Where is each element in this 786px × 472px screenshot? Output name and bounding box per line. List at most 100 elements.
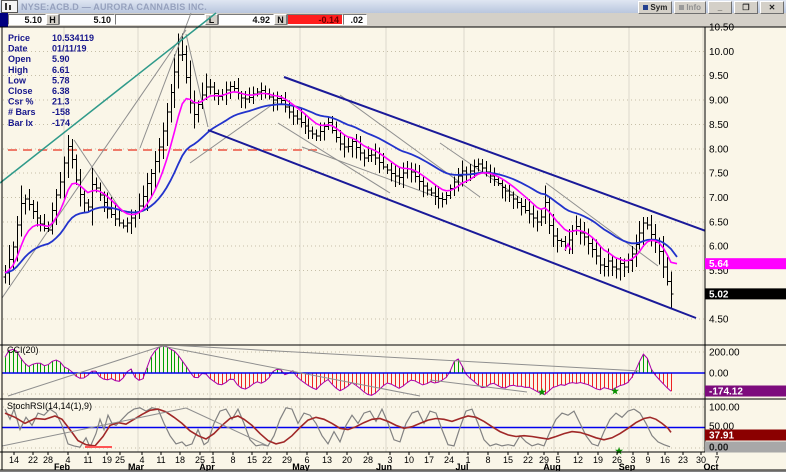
svg-text:3: 3 bbox=[387, 455, 392, 465]
high-label: H bbox=[46, 14, 59, 25]
svg-text:9.00: 9.00 bbox=[709, 96, 729, 107]
svg-text:13: 13 bbox=[322, 455, 332, 465]
svg-text:14: 14 bbox=[9, 455, 19, 465]
svg-text:8.50: 8.50 bbox=[709, 120, 729, 131]
svg-text:10: 10 bbox=[404, 455, 414, 465]
svg-text:0.00: 0.00 bbox=[709, 443, 729, 454]
svg-text:-174.12: -174.12 bbox=[709, 387, 743, 398]
ma-fast-line bbox=[4, 91, 678, 274]
svg-text:16: 16 bbox=[660, 455, 670, 465]
svg-text:17: 17 bbox=[424, 455, 434, 465]
svg-text:19: 19 bbox=[593, 455, 603, 465]
svg-text:5.50: 5.50 bbox=[709, 266, 729, 277]
svg-text:200.00: 200.00 bbox=[709, 348, 740, 359]
svg-text:Open: Open bbox=[8, 54, 31, 64]
svg-text:11: 11 bbox=[83, 455, 92, 465]
info-icon bbox=[679, 5, 685, 10]
svg-text:StochRSI(14,14(1),9): StochRSI(14,14(1),9) bbox=[7, 401, 92, 411]
svg-text:9: 9 bbox=[645, 455, 650, 465]
last-price-field: 5.10 bbox=[8, 14, 46, 25]
svg-text:29: 29 bbox=[282, 455, 292, 465]
ma-slow-line bbox=[4, 103, 678, 274]
svg-text:# Bars: # Bars bbox=[8, 107, 36, 117]
svg-text:25: 25 bbox=[115, 455, 125, 465]
svg-text:7.50: 7.50 bbox=[709, 169, 729, 180]
svg-text:★: ★ bbox=[611, 386, 620, 396]
quote-color-chip bbox=[0, 13, 8, 27]
svg-text:50.00: 50.00 bbox=[709, 422, 734, 433]
svg-text:Close: Close bbox=[8, 86, 33, 96]
svg-text:Date: Date bbox=[8, 44, 28, 54]
close-button[interactable]: ✕ bbox=[760, 1, 784, 14]
svg-text:21.3: 21.3 bbox=[52, 97, 70, 107]
net-change-field: -0.14 bbox=[287, 14, 343, 25]
svg-text:10.00: 10.00 bbox=[709, 47, 734, 58]
svg-text:6.00: 6.00 bbox=[709, 242, 729, 253]
sym-button[interactable]: Sym bbox=[638, 1, 673, 14]
svg-text:Aug: Aug bbox=[543, 462, 561, 471]
info-panel: Price 10.534119 Date 01/11/19 Open 5.90 High 6.… bbox=[8, 33, 94, 128]
svg-text:5: 5 bbox=[555, 455, 560, 465]
low-price-field: 4.92 bbox=[218, 14, 274, 25]
svg-text:23: 23 bbox=[678, 455, 688, 465]
svg-text:7: 7 bbox=[714, 455, 719, 465]
svg-text:10.534119: 10.534119 bbox=[52, 33, 94, 43]
stoch-signal-line bbox=[4, 408, 672, 447]
low-label: L bbox=[205, 14, 218, 25]
maximize-button[interactable]: ❐ bbox=[734, 1, 758, 14]
svg-text:5.64: 5.64 bbox=[709, 259, 729, 270]
stochrsi-panel bbox=[2, 407, 705, 449]
cci-panel bbox=[2, 346, 705, 397]
svg-text:Jun: Jun bbox=[376, 462, 392, 471]
chart-window: NYSE:ACB.D — AURORA CANNABIS INC. Sym In… bbox=[0, 0, 786, 472]
svg-text:High: High bbox=[8, 65, 28, 75]
svg-text:4: 4 bbox=[139, 455, 144, 465]
net-label: N bbox=[274, 14, 287, 25]
svg-text:6.61: 6.61 bbox=[52, 65, 70, 75]
svg-text:18: 18 bbox=[175, 455, 185, 465]
svg-text:5.90: 5.90 bbox=[52, 54, 70, 64]
svg-text:20: 20 bbox=[342, 455, 352, 465]
svg-text:30: 30 bbox=[696, 455, 706, 465]
svg-text:8.00: 8.00 bbox=[709, 144, 729, 155]
svg-text:Low: Low bbox=[8, 75, 27, 85]
info-button[interactable]: Info bbox=[674, 1, 706, 14]
svg-text:★: ★ bbox=[538, 387, 547, 397]
svg-text:6: 6 bbox=[304, 455, 309, 465]
sym-icon bbox=[643, 5, 649, 10]
cci-envelope bbox=[4, 346, 672, 396]
svg-text:100.00: 100.00 bbox=[709, 403, 740, 414]
svg-text:22: 22 bbox=[262, 455, 272, 465]
svg-text:Csr %: Csr % bbox=[8, 97, 34, 107]
svg-text:29: 29 bbox=[539, 455, 549, 465]
svg-text:22: 22 bbox=[523, 455, 533, 465]
svg-text:24: 24 bbox=[444, 455, 454, 465]
svg-text:26: 26 bbox=[612, 455, 622, 465]
svg-text:★: ★ bbox=[615, 446, 624, 456]
svg-text:9.50: 9.50 bbox=[709, 71, 729, 82]
svg-text:5.02: 5.02 bbox=[709, 289, 729, 300]
svg-text:12: 12 bbox=[573, 455, 583, 465]
svg-text:01/11/19: 01/11/19 bbox=[52, 44, 87, 54]
svg-text:3: 3 bbox=[630, 455, 635, 465]
svg-text:Oct: Oct bbox=[703, 462, 718, 471]
svg-text:6.38: 6.38 bbox=[52, 86, 70, 96]
price-axis-labels: 10.5010.009.509.008.508.007.507.006.506.… bbox=[705, 23, 786, 454]
svg-text:May: May bbox=[292, 462, 310, 471]
svg-text:4: 4 bbox=[65, 455, 70, 465]
caret-marker bbox=[564, 242, 572, 251]
svg-text:28: 28 bbox=[43, 455, 53, 465]
panel-frames bbox=[0, 26, 786, 471]
minimize-button[interactable]: _ bbox=[708, 1, 732, 14]
svg-text:28: 28 bbox=[363, 455, 373, 465]
svg-text:4.50: 4.50 bbox=[709, 315, 729, 326]
svg-text:8: 8 bbox=[485, 455, 490, 465]
high-price-field: 5.10 bbox=[59, 14, 115, 25]
svg-text:8: 8 bbox=[230, 455, 235, 465]
window-chart-icon bbox=[1, 0, 18, 13]
chart-canvas[interactable]: ★ ★★10.5010.009.509.008.508.007.507.006.5… bbox=[0, 0, 786, 471]
svg-text:Mar: Mar bbox=[128, 462, 145, 471]
svg-text:1: 1 bbox=[465, 455, 470, 465]
svg-text:15: 15 bbox=[503, 455, 513, 465]
gridlines bbox=[3, 26, 705, 452]
